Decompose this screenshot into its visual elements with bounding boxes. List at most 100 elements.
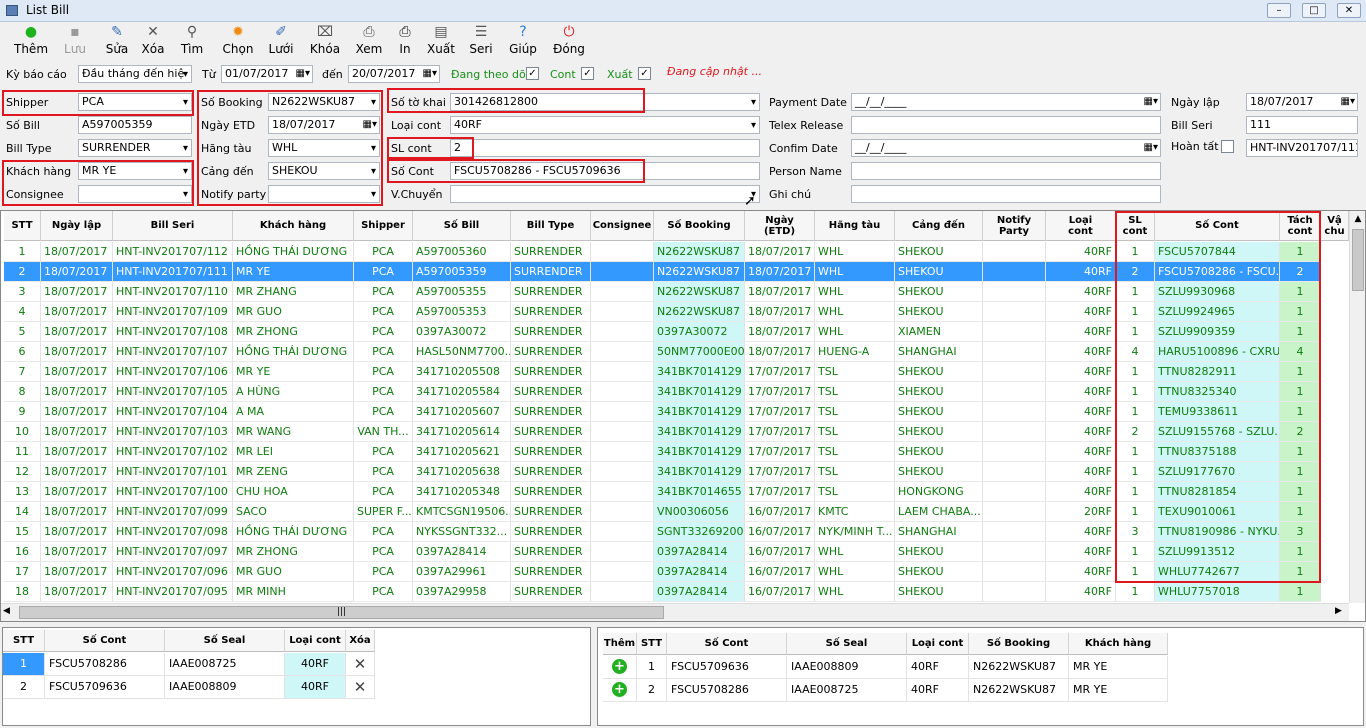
cont-qty-input[interactable]: 2 (450, 139, 760, 157)
toolbar-luu-button[interactable]: ▪ Lưu (60, 24, 90, 60)
container-header-loai-cont[interactable]: Loại cont (907, 633, 969, 655)
toolbar-xem-button[interactable]: ⎙ Xem (353, 24, 385, 60)
seal-header-so-seal[interactable]: Số Seal (165, 630, 285, 652)
toolbar-them-button[interactable]: ● Thêm (14, 24, 48, 60)
container-row[interactable]: +2 FSCU5708286 IAAE008725 40RF N2622WSKU87 MR… (603, 679, 1168, 702)
cell-khach-hang: CHU HOA (233, 482, 354, 502)
cell-so-booking: 50NM77000E00 (654, 342, 745, 362)
toolbar-xoa-button[interactable]: ✕ Xóa (139, 24, 167, 60)
scroll-up-icon[interactable]: ▲ (1350, 211, 1365, 227)
from-date-input[interactable]: 01/07/2017 ▦▾ (221, 65, 313, 83)
column-header-loai-cont[interactable]: Loại cont (1046, 211, 1116, 241)
cell-stt: 9 (4, 402, 41, 422)
bill-type-select[interactable]: SURRENDER (78, 139, 192, 157)
column-header-so-booking[interactable]: Số Booking (654, 211, 745, 241)
seal-header-so-cont[interactable]: Số Cont (45, 630, 165, 652)
seal-header-stt[interactable]: STT (3, 630, 45, 652)
column-header-bill-type[interactable]: Bill Type (511, 211, 591, 241)
period-select[interactable]: Đầu tháng đến hiệ (78, 65, 192, 83)
calendar-icon[interactable]: ▦▾ (1341, 94, 1355, 110)
invoice-number-input[interactable]: HNT-INV201707/111 (1246, 139, 1358, 157)
cell-stt: 18 (4, 582, 41, 602)
container-header-so-booking[interactable]: Số Booking (969, 633, 1069, 655)
table-row[interactable]: 18 18/07/2017 HNT-INV201707/095 MR MINH PCA 0… (1, 582, 1349, 602)
confirm-date-input[interactable]: __/__/____ ▦▾ (851, 139, 1161, 157)
cell-ngay-etd: 16/07/2017 (745, 542, 815, 562)
column-header-so-bill[interactable]: Số Bill (413, 211, 511, 241)
toolbar-in-button[interactable]: ⎙ In (395, 24, 415, 60)
so-bill-input[interactable]: A597005359 (78, 116, 192, 134)
person-name-input[interactable] (851, 162, 1161, 180)
vertical-scrollbar[interactable]: ▲ (1349, 211, 1365, 603)
bill-grid[interactable]: STT Ngày lập Bill Seri Khách hàng Shipper Số … (0, 210, 1366, 622)
column-header-va-chu[interactable]: Vậ chu (1321, 211, 1349, 241)
toolbar-tim-button[interactable]: ⚲ Tìm (176, 24, 208, 60)
cont-type-select[interactable]: 40RF (450, 116, 760, 134)
calendar-icon[interactable]: ▦▾ (1144, 94, 1158, 110)
seal-header-loai-cont[interactable]: Loại cont (285, 630, 346, 652)
export-label: Xuất (607, 68, 633, 81)
column-header-stt[interactable]: STT (4, 211, 41, 241)
container-header-so-seal[interactable]: Số Seal (787, 633, 907, 655)
toolbar-xuat-button[interactable]: ▤ Xuất (424, 24, 458, 60)
telex-input[interactable] (851, 116, 1161, 134)
cell-bill-type: SURRENDER (511, 462, 591, 482)
scroll-right-icon[interactable]: ▶ (1335, 606, 1342, 616)
column-header-consignee[interactable]: Consignee (591, 211, 654, 241)
add-icon[interactable]: + (612, 682, 627, 697)
scroll-left-icon[interactable]: ◀ (3, 606, 10, 616)
complete-checkbox[interactable] (1221, 140, 1234, 153)
container-header-them[interactable]: Thêm (603, 633, 637, 655)
created-date-input[interactable]: 18/07/2017 ▦▾ (1246, 93, 1358, 111)
container-header-so-cont[interactable]: Số Cont (667, 633, 787, 655)
seal-header-xoa[interactable]: Xóa (346, 630, 375, 652)
add-row-cell[interactable]: + (603, 679, 637, 702)
column-header-hang-tau[interactable]: Hãng tàu (815, 211, 895, 241)
column-header-cang-den[interactable]: Cảng đến (895, 211, 983, 241)
horizontal-scroll-thumb[interactable]: ||| (19, 606, 664, 619)
tracking-checkbox[interactable]: ✓ (526, 67, 539, 80)
note-input[interactable] (851, 185, 1161, 203)
column-header-ngay-lap[interactable]: Ngày lập (41, 211, 113, 241)
column-header-khach-hang[interactable]: Khách hàng (233, 211, 354, 241)
column-header-bill-seri[interactable]: Bill Seri (113, 211, 233, 241)
cell-hang-tau: TSL (815, 382, 895, 402)
delete-row-icon[interactable]: ✕ (346, 653, 375, 676)
column-header-shipper[interactable]: Shipper (354, 211, 413, 241)
calendar-icon[interactable]: ▦▾ (423, 66, 437, 82)
to-date-input[interactable]: 20/07/2017 ▦▾ (348, 65, 440, 83)
horizontal-scrollbar[interactable]: ◀ ||| ▶ (1, 603, 1349, 621)
toolbar-luoi-button[interactable]: ✐ Lưới (265, 24, 297, 60)
close-window-button[interactable]: ✕ (1337, 3, 1361, 18)
toolbar-giup-button[interactable]: ? Giúp (506, 24, 540, 60)
cell-cang-den: XIAMEN (895, 322, 983, 342)
calendar-icon[interactable]: ▦▾ (1144, 140, 1158, 156)
add-icon[interactable]: + (612, 659, 627, 674)
calendar-icon[interactable]: ▦▾ (296, 66, 310, 82)
maximize-button[interactable]: □ (1302, 3, 1326, 18)
container-header-stt[interactable]: STT (637, 633, 667, 655)
toolbar-dong-button[interactable]: ⏻ Đóng (551, 24, 587, 60)
column-header-ngay-etd[interactable]: Ngày (ETD) (745, 211, 815, 241)
column-header-notify-party[interactable]: Notify Party (983, 211, 1046, 241)
export-checkbox[interactable]: ✓ (638, 67, 651, 80)
cell-notify-party (983, 382, 1046, 402)
toolbar-seri-button[interactable]: ☰ Seri (466, 24, 496, 60)
vertical-scroll-thumb[interactable] (1352, 229, 1364, 291)
add-row-cell[interactable]: + (603, 656, 637, 679)
cell-so-booking: 341BK7014129 (654, 422, 745, 442)
container-header-khach-hang[interactable]: Khách hàng (1069, 633, 1168, 655)
minimize-button[interactable]: – (1267, 3, 1291, 18)
toolbar-khoa-button[interactable]: ⌧ Khóa (309, 24, 341, 60)
cont-checkbox[interactable]: ✓ (581, 67, 594, 80)
delete-row-icon[interactable]: ✕ (346, 676, 375, 699)
seal-row[interactable]: 2 FSCU5709636 IAAE008809 40RF ✕ (3, 676, 375, 699)
toolbar-chon-button[interactable]: ✹ Chọn (218, 24, 258, 60)
transfer-select[interactable] (450, 185, 760, 203)
payment-date-input[interactable]: __/__/____ ▦▾ (851, 93, 1161, 111)
toolbar-sua-button[interactable]: ✎ Sửa (101, 24, 133, 60)
container-row[interactable]: +1 FSCU5709636 IAAE008809 40RF N2622WSKU87 MR… (603, 656, 1168, 679)
seal-row[interactable]: 1 FSCU5708286 IAAE008725 40RF ✕ (3, 653, 375, 676)
cell-shipper: PCA (354, 382, 413, 402)
bill-seri-input[interactable]: 111 (1246, 116, 1358, 134)
